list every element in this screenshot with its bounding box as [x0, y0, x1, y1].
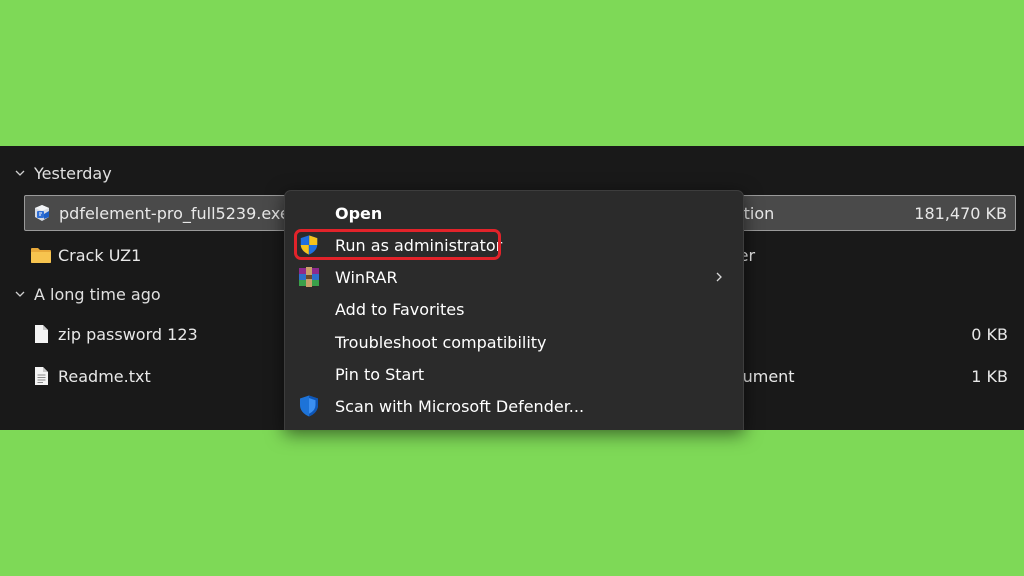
- group-header-long-ago[interactable]: A long time ago: [12, 283, 161, 305]
- folder-icon: [30, 244, 52, 266]
- menu-item-label: Pin to Start: [335, 364, 425, 384]
- menu-item-troubleshoot-compatibility[interactable]: Troubleshoot compatibility: [285, 326, 743, 358]
- menu-item-label: Add to Favorites: [335, 299, 465, 319]
- menu-item-winrar[interactable]: WinRAR: [285, 261, 743, 293]
- menu-item-pin-to-start[interactable]: Pin to Start: [285, 358, 743, 390]
- menu-item-label: Scan with Microsoft Defender...: [335, 396, 585, 416]
- chevron-down-icon: [12, 165, 28, 181]
- group-label: Yesterday: [34, 163, 112, 183]
- menu-item-label: Troubleshoot compatibility: [335, 332, 547, 352]
- menu-item-run-as-administrator[interactable]: Run as administrator: [285, 229, 743, 261]
- file-name: Crack UZ1: [58, 245, 142, 265]
- file-icon: [30, 323, 52, 345]
- file-size: 1 KB: [971, 366, 1008, 386]
- installer-icon: [31, 202, 53, 224]
- chevron-down-icon: [12, 286, 28, 302]
- text-file-icon: [30, 365, 52, 387]
- file-size: 181,470 KB: [914, 203, 1007, 223]
- defender-shield-icon: [297, 394, 321, 418]
- menu-item-open[interactable]: Open: [285, 197, 743, 229]
- menu-item-label: Run as administrator: [335, 235, 503, 255]
- winrar-icon: [297, 265, 321, 289]
- menu-item-scan-with-defender[interactable]: Scan with Microsoft Defender...: [285, 390, 743, 422]
- menu-item-add-to-favorites[interactable]: Add to Favorites: [285, 293, 743, 325]
- file-name: Readme.txt: [58, 366, 151, 386]
- menu-item-label: Open: [335, 203, 383, 223]
- group-header-yesterday[interactable]: Yesterday: [12, 162, 112, 184]
- group-label: A long time ago: [34, 284, 161, 304]
- file-name: pdfelement-pro_full5239.exe: [59, 203, 290, 223]
- file-size: 0 KB: [971, 324, 1008, 344]
- context-menu: Open Run as administrator WinRAR Add to …: [284, 190, 744, 430]
- file-name: zip password 123: [58, 324, 198, 344]
- chevron-right-icon: [713, 271, 725, 283]
- menu-item-label: WinRAR: [335, 267, 398, 287]
- uac-shield-icon: [297, 233, 321, 257]
